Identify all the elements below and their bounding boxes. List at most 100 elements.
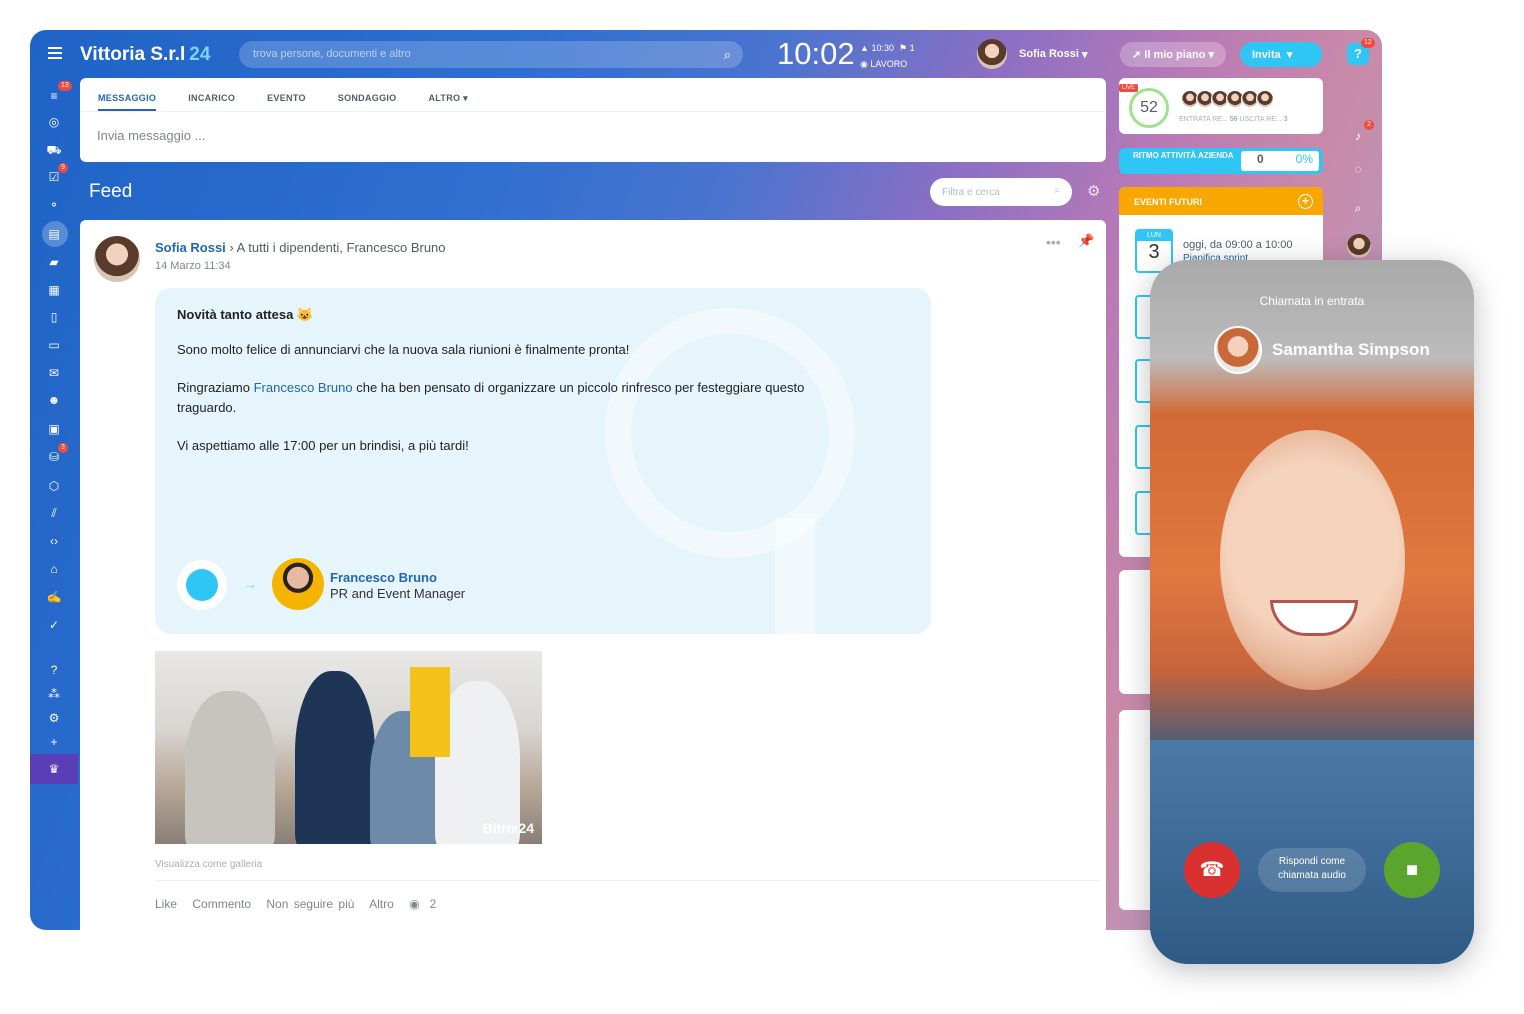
decoration [775,518,815,634]
global-search-input[interactable]: trova persone, documenti e altro ⌕ [239,41,743,68]
announcement-card: Novità tanto attesa 😺 Sono molto felice … [155,288,931,634]
like-button[interactable]: Like [155,897,177,911]
company-logo[interactable]: Vittoria S.r.l 24 [80,44,210,66]
online-avatars [1181,90,1274,108]
crown-tab[interactable]: ♛ [30,754,78,784]
mention-link[interactable]: Francesco Bruno [254,380,353,395]
alarm-icon: ▲ [860,43,869,53]
author-avatar[interactable] [94,236,140,282]
avatar [977,39,1007,69]
news-icon[interactable]: ▤ [46,226,62,242]
uscita-count: 3 [1283,116,1288,123]
tab-message[interactable]: MESSAGGIO [98,78,157,111]
help-badge: 12 [1361,38,1375,48]
activity-rhythm-widget[interactable]: RITMO ATTIVITÀ AZIENDA 0 0% [1119,148,1323,174]
divider [155,880,1099,881]
clock[interactable]: 10:02 [777,36,855,72]
recipients[interactable]: A tutti i dipendenti, Francesco Bruno [237,240,446,255]
phone-hangup-icon: ☎ [1199,859,1225,881]
inventory-icon[interactable]: ⬡ [46,478,62,494]
post-photo[interactable]: Bitrix24 [155,651,542,844]
help-nav-icon[interactable]: ? [46,662,62,678]
feed-badge: 13 [58,81,72,91]
clock-meta[interactable]: ▲ 10:30 ⚑ 1 ◉ LAVORO [860,40,915,72]
photo-figure [295,671,375,844]
gear-icon[interactable]: ⚙ [1087,182,1100,200]
feed-icon[interactable]: ≡ [46,88,62,104]
search-placeholder: trova persone, documenti e altro [253,48,411,60]
cart-icon[interactable]: ⛟ [46,142,62,158]
rocket-icon: ➚ [1132,49,1142,61]
chat-icon[interactable]: ▰ [46,254,62,270]
unfollow-button[interactable]: Non seguire più [266,897,354,911]
team-icon[interactable]: ☻ [46,392,62,408]
line2-pre: Ringraziamo [177,380,250,395]
events-title: EVENTI FUTURI [1134,197,1203,207]
user-menu[interactable]: Sofia Rossi ▾ [977,39,1087,69]
contact-card-icon[interactable]: ▣ [46,421,62,437]
tab-event[interactable]: EVENTO [267,78,306,111]
composer-tabs: MESSAGGIO INCARICO EVENTO SONDAGGIO ALTR… [80,78,1106,112]
mail-icon[interactable]: ✉ [46,365,62,381]
post-composer: MESSAGGIO INCARICO EVENTO SONDAGGIO ALTR… [80,78,1106,162]
tab-poll[interactable]: SONDAGGIO [338,78,397,111]
workflow-icon[interactable]: ⚬ [46,197,62,213]
post-date[interactable]: 14 Marzo 11:34 [155,260,231,272]
plan-label: Il mio piano [1144,48,1206,61]
invite-button[interactable]: Invita ▾ [1240,42,1322,67]
author-link[interactable]: Sofia Rossi [155,240,226,255]
calendar-icon[interactable]: ▦ [46,282,62,298]
cocktail-icon [177,560,227,610]
incoming-call-screen: Chiamata in entrata Samantha Simpson ☎ R… [1150,260,1474,964]
chat-bubble-icon[interactable]: ◌ [1350,161,1366,177]
add-icon[interactable]: + [46,734,62,750]
post-line-1: Sono molto felice di annunciarvi che la … [177,342,630,357]
post-actions: Like Commento Non seguire più Altro ◉ 2 [155,897,456,911]
sitemap-icon[interactable]: ⁂ [46,686,62,702]
add-event-icon[interactable]: + [1298,194,1313,209]
target-icon[interactable]: ◎ [46,114,62,130]
uscita-label: USCITA RE... [1239,116,1282,123]
flag-icon: ⚑ [898,43,908,53]
settings-icon[interactable]: ⚙ [46,710,62,726]
code-icon[interactable]: ‹› [46,533,62,549]
gallery-link[interactable]: Visualizza come galleria [155,859,262,870]
attendance-meta: ENTRATA RE... 56 USCITA RE... 3 [1179,116,1288,123]
comment-button[interactable]: Commento [192,897,251,911]
eye-icon: ◉ [409,897,420,911]
page-title: Feed [89,181,133,202]
company-name: Vittoria S.r.l [80,44,186,65]
more-icon[interactable]: ••• [1046,234,1061,250]
answer-audio-button[interactable]: Rispondi come chiamata audio [1258,848,1366,892]
rhythm-values: 0 0% [1241,151,1319,171]
answer-video-button[interactable]: ■ [1384,842,1440,898]
mention-avatar[interactable] [272,558,324,610]
check-circle-icon[interactable]: ✓ [46,617,62,633]
document-icon[interactable]: ▯ [46,309,62,325]
filter-search-input[interactable]: Filtra e cerca ⌕ [930,178,1072,206]
tab-task[interactable]: INCARICO [188,78,235,111]
entrata-label: ENTRATA RE... [1179,116,1228,123]
bell-icon[interactable]: ♪ [1350,128,1366,144]
avatar[interactable] [1347,234,1371,258]
more-button[interactable]: Altro [369,897,394,911]
tab-more[interactable]: ALTRO ▾ [429,78,468,111]
search-icon[interactable]: ⌕ [1350,200,1366,216]
drive-icon[interactable]: ▭ [46,337,62,353]
rhythm-value: 0 [1257,152,1264,166]
company-icon[interactable]: ⌂ [46,561,62,577]
pin-icon[interactable]: 📌 [1078,233,1094,249]
online-widget[interactable]: LIVE 52 ENTRATA RE... 56 USCITA RE... 3 [1119,78,1323,134]
my-plan-button[interactable]: ➚ Il mio piano ▾ [1120,42,1226,67]
menu-icon[interactable] [48,47,62,59]
event-time: oggi, da 09:00 a 10:00 [1183,239,1293,251]
notifications-badge: 2 [1364,120,1374,130]
sign-icon[interactable]: ✍ [46,589,62,605]
message-input[interactable]: Invia messaggio ... [80,112,1106,159]
automation-icon[interactable]: ⫽ [46,505,62,521]
search-icon: ⌕ [1054,185,1060,196]
online-count: 52 [1129,88,1169,128]
flag-count: 1 [909,43,915,53]
decline-call-button[interactable]: ☎ [1184,842,1240,898]
mention-name[interactable]: Francesco Bruno [330,570,437,585]
